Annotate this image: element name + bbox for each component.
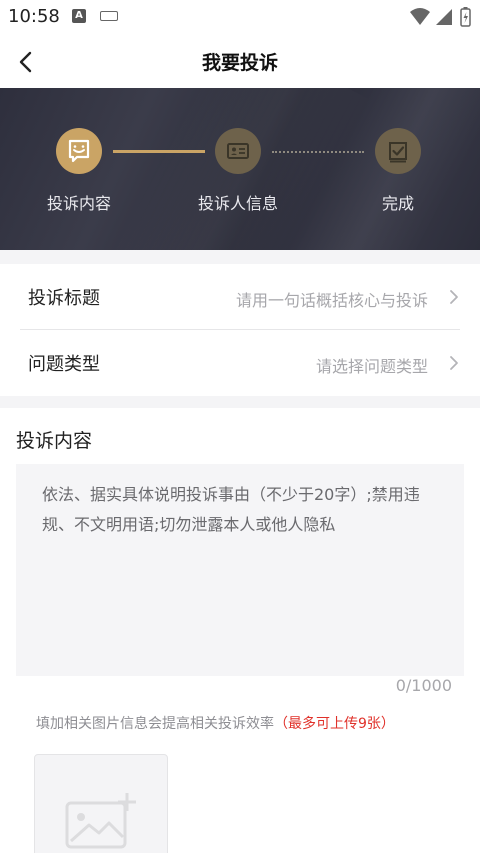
upload-hint-text: 填加相关图片信息会提高相关投诉效率 [36, 716, 274, 732]
page-title: 我要投诉 [201, 52, 278, 74]
step-done: 完成 [343, 128, 453, 214]
issue-type-row[interactable]: 问题类型 请选择问题类型 [20, 330, 460, 396]
check-box-icon [389, 142, 407, 163]
status-time: 10:58 [8, 6, 60, 27]
step-complaint-content: 投诉内容 [24, 128, 134, 214]
complaint-message-icon [68, 139, 90, 163]
complaint-content-card: 投诉内容 0/1000 填加相关图片信息会提高相关投诉效率（最多可上传9张） [0, 408, 480, 853]
signal-icon [436, 9, 452, 25]
keyboard-icon [100, 11, 118, 21]
issue-type-placeholder: 请选择问题类型 [315, 357, 428, 376]
add-image-icon [65, 793, 136, 849]
complaint-title-row[interactable]: 投诉标题 请用一句话概括核心与投诉 [20, 264, 460, 330]
upload-hint: 填加相关图片信息会提高相关投诉效率（最多可上传9张） [36, 713, 395, 733]
complaint-title-placeholder: 请用一句话概括核心与投诉 [235, 291, 428, 310]
character-counter: 0/1000 [395, 676, 452, 695]
complaint-content-textarea[interactable] [16, 464, 464, 676]
step-label: 完成 [381, 194, 414, 213]
step-label: 投诉人信息 [197, 194, 278, 213]
system-status-icons [410, 7, 471, 27]
a-badge-icon: A [72, 9, 86, 23]
chevron-right-icon [450, 290, 458, 304]
section-title: 投诉内容 [16, 430, 93, 452]
chevron-right-icon [450, 356, 458, 370]
issue-type-label: 问题类型 [28, 354, 100, 375]
complaint-form-card: 投诉标题 请用一句话概括核心与投诉 问题类型 请选择问题类型 [0, 264, 480, 396]
step-circle-inactive [375, 128, 421, 174]
id-card-icon [227, 143, 249, 159]
upload-limit-text: （最多可上传9张） [274, 716, 395, 732]
nav-bar: 我要投诉 [0, 34, 480, 88]
step-complainant-info: 投诉人信息 [183, 128, 293, 214]
wifi-icon [410, 8, 430, 25]
steps-banner: 投诉内容 投诉人信息 完成 [0, 88, 480, 250]
complaint-title-label: 投诉标题 [28, 288, 100, 309]
step-label: 投诉内容 [46, 194, 111, 213]
add-image-button[interactable] [34, 754, 168, 853]
step-circle-inactive [215, 128, 261, 174]
battery-icon [460, 7, 471, 27]
step-circle-active [56, 128, 102, 174]
status-bar: 10:58 A [0, 0, 480, 34]
